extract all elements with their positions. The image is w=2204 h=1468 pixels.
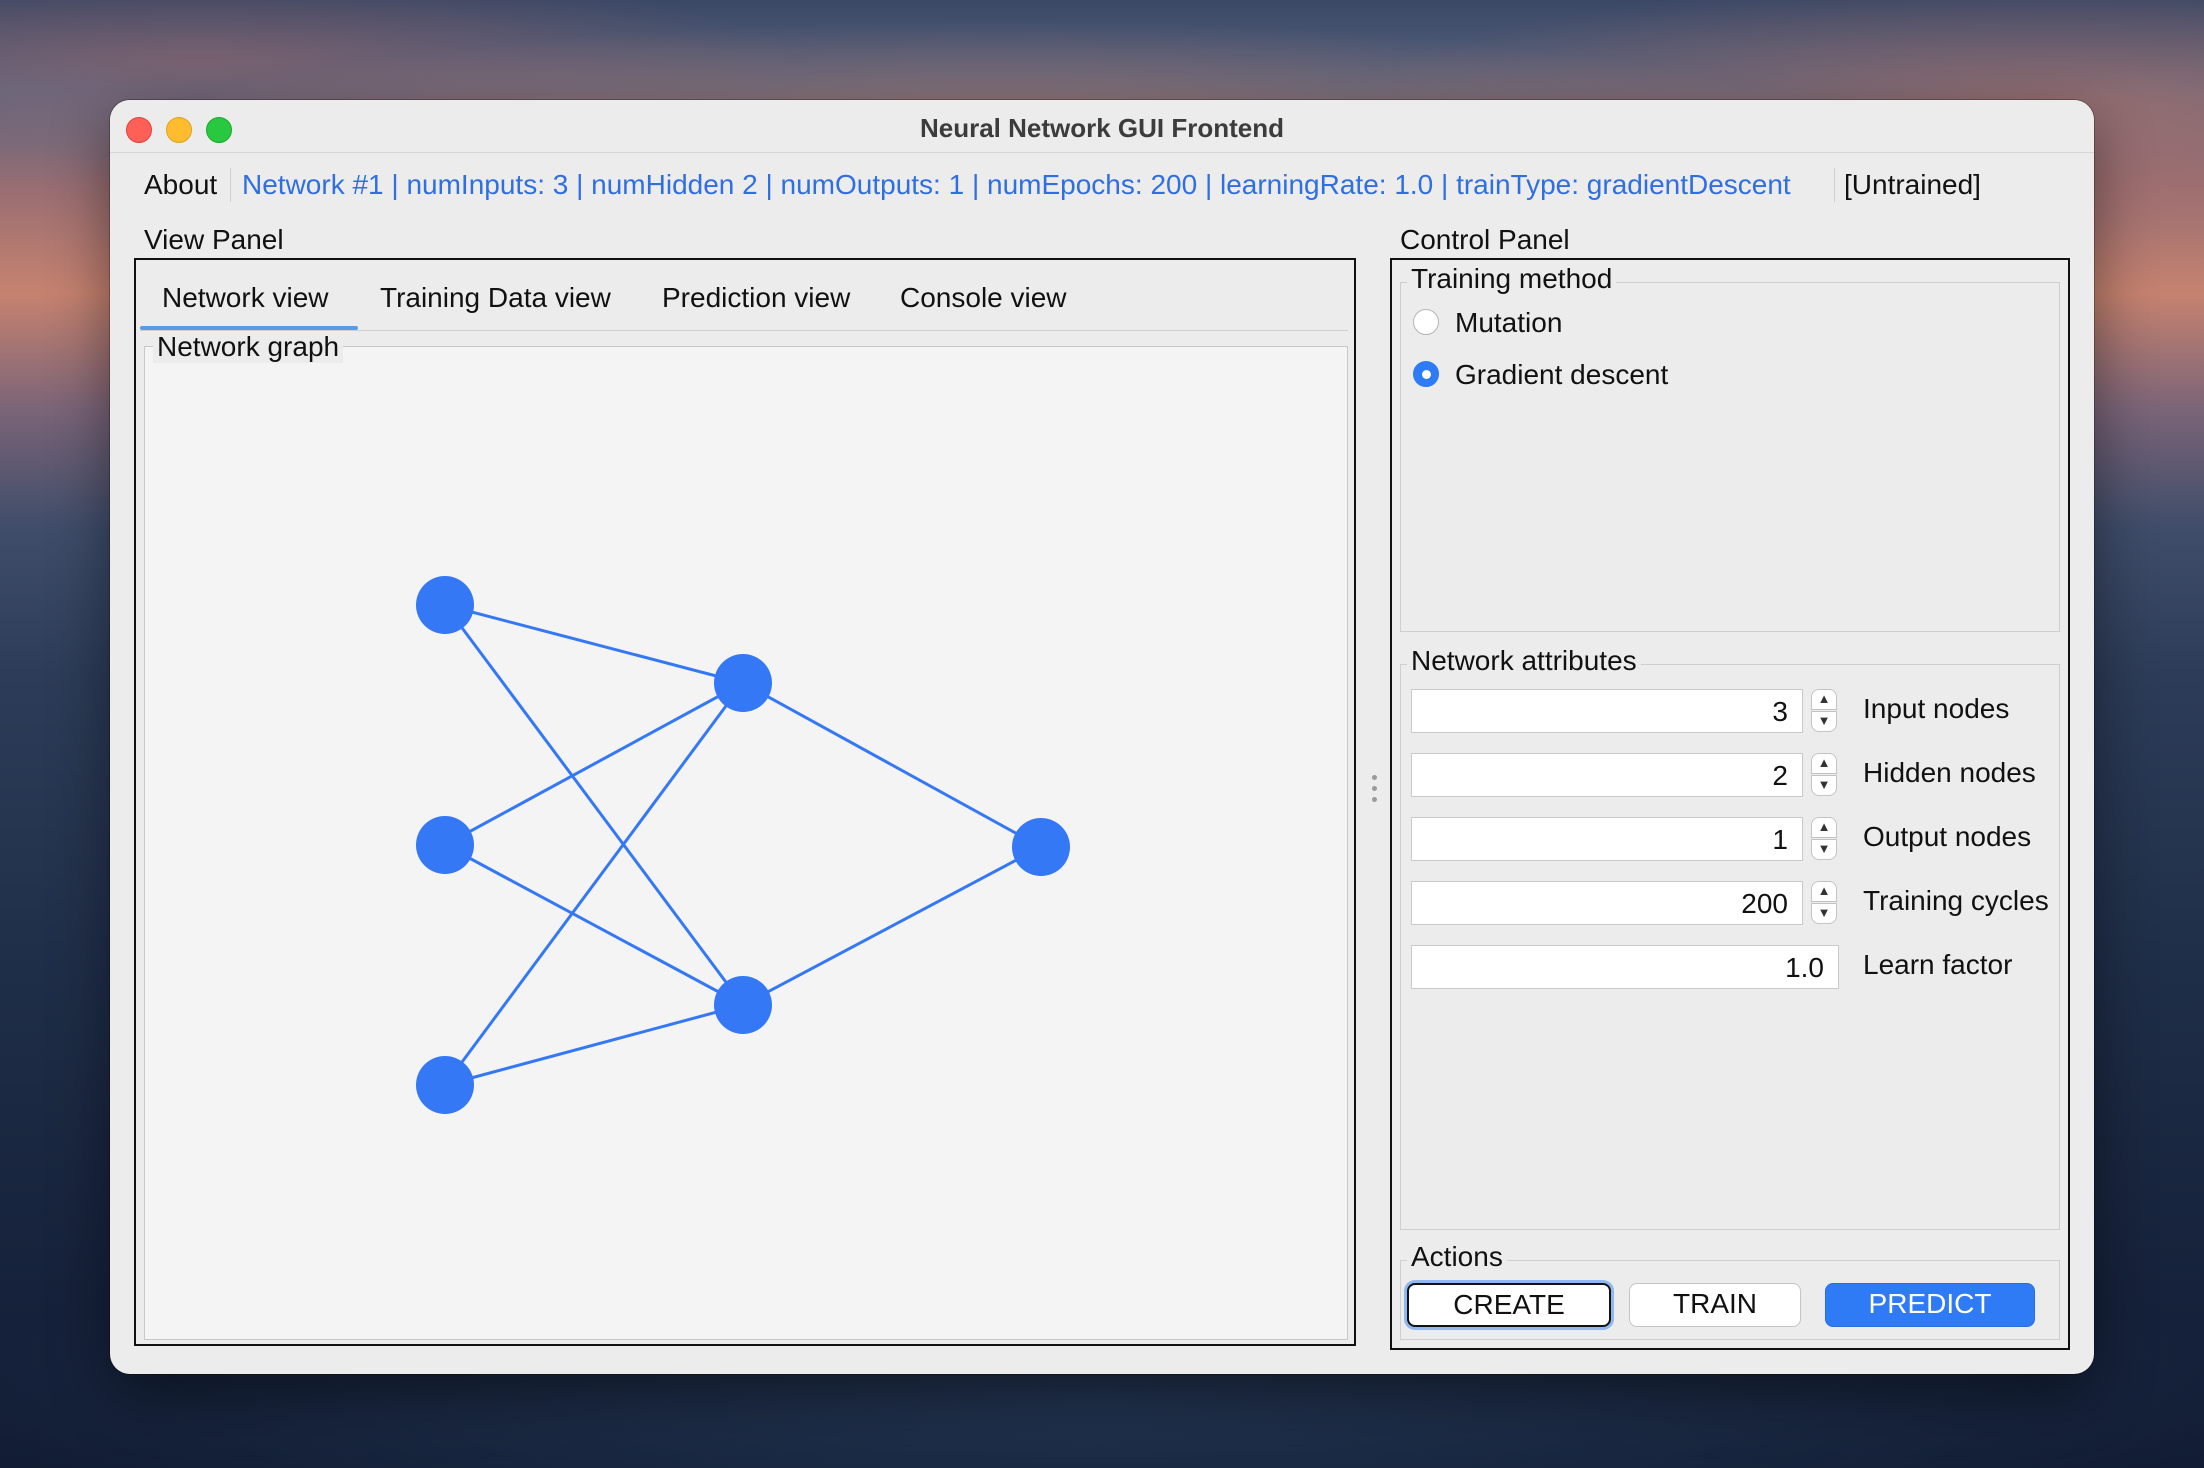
input-nodes-label: Input nodes	[1863, 693, 2010, 724]
spinner-up-icon[interactable]: ▲	[1811, 753, 1837, 774]
network-graph-panel: Network graph	[144, 331, 1348, 1340]
input-node	[416, 1056, 474, 1114]
spinner-up-icon[interactable]: ▲	[1811, 881, 1837, 902]
training-cycles-field[interactable]: 200	[1411, 881, 1803, 925]
hidden-node	[714, 654, 772, 712]
input-node	[416, 816, 474, 874]
create-button[interactable]: CREATE	[1407, 1283, 1611, 1327]
network-graph-canvas	[416, 576, 1070, 1114]
network-attributes-title: Network attributes	[1407, 645, 1641, 677]
control-panel-title: Control Panel	[1400, 224, 1570, 255]
training-status: [Untrained]	[1844, 169, 1981, 200]
tab-network-view[interactable]: Network view	[162, 282, 328, 314]
view-tabs: Network view Training Data view Predicti…	[136, 260, 1354, 331]
predict-button[interactable]: PREDICT	[1825, 1283, 2035, 1327]
input-node	[416, 576, 474, 634]
window-title: Neural Network GUI Frontend	[919, 113, 1285, 143]
network-attributes-group: Network attributes 3 ▲ ▼ Input nodes 2 ▲…	[1400, 645, 2060, 1230]
radio-button[interactable]	[1413, 309, 1439, 335]
network-edge	[443, 682, 745, 1086]
hidden-nodes-field[interactable]: 2	[1411, 753, 1803, 797]
output-nodes-label: Output nodes	[1863, 821, 2032, 852]
output-nodes-spinner[interactable]: ▲ ▼	[1811, 817, 1837, 861]
spinner-up-icon[interactable]: ▲	[1811, 689, 1837, 710]
radio-label: Gradient descent	[1455, 359, 1669, 390]
input-nodes-spinner[interactable]: ▲ ▼	[1811, 689, 1837, 733]
control-panel: Training method Mutation Gradient descen…	[1390, 258, 2070, 1350]
hidden-nodes-spinner[interactable]: ▲ ▼	[1811, 753, 1837, 797]
actions-group: Actions CREATE TRAIN PREDICT	[1400, 1241, 2060, 1340]
spinner-down-icon[interactable]: ▼	[1811, 711, 1837, 732]
menu-separator	[230, 168, 231, 202]
output-nodes-field[interactable]: 1	[1411, 817, 1803, 861]
network-edge	[444, 843, 744, 1007]
menu-separator	[1834, 168, 1835, 202]
network-edge	[742, 845, 1042, 1007]
network-edge	[443, 604, 745, 1006]
actions-title: Actions	[1407, 1241, 1507, 1273]
train-button[interactable]: TRAIN	[1629, 1283, 1801, 1327]
training-cycles-label: Training cycles	[1863, 885, 2049, 916]
hidden-nodes-label: Hidden nodes	[1863, 757, 2036, 788]
training-method-title: Training method	[1407, 263, 1617, 295]
view-panel: Network view Training Data view Predicti…	[134, 258, 1356, 1346]
app-window: Neural Network GUI Frontend About Networ…	[110, 100, 2094, 1374]
input-nodes-field[interactable]: 3	[1411, 689, 1803, 733]
network-info-link[interactable]: Network #1 | numInputs: 3 | numHidden 2 …	[242, 169, 1791, 201]
network-edge	[742, 681, 1042, 849]
radio-button-selected[interactable]	[1413, 361, 1439, 387]
network-edge	[444, 681, 744, 847]
radio-label: Mutation	[1455, 307, 1563, 338]
split-pane-divider[interactable]	[1372, 775, 1378, 805]
training-method-group: Training method Mutation Gradient descen…	[1400, 263, 2060, 632]
spinner-down-icon[interactable]: ▼	[1811, 903, 1837, 924]
tab-console-view[interactable]: Console view	[900, 282, 1067, 314]
output-node	[1012, 818, 1070, 876]
network-edge	[444, 603, 744, 685]
tab-training-data-view[interactable]: Training Data view	[380, 282, 611, 314]
menu-bar: About Network #1 | numInputs: 3 | numHid…	[110, 152, 2094, 216]
training-cycles-spinner[interactable]: ▲ ▼	[1811, 881, 1837, 925]
network-edge	[444, 1003, 744, 1087]
learn-factor-label: Learn factor	[1863, 949, 2013, 980]
title-bar[interactable]: Neural Network GUI Frontend	[110, 100, 2094, 153]
hidden-node	[714, 976, 772, 1034]
learn-factor-field[interactable]: 1.0	[1411, 945, 1839, 989]
spinner-up-icon[interactable]: ▲	[1811, 817, 1837, 838]
spinner-down-icon[interactable]: ▼	[1811, 775, 1837, 796]
tab-prediction-view[interactable]: Prediction view	[662, 282, 850, 314]
spinner-down-icon[interactable]: ▼	[1811, 839, 1837, 860]
view-panel-title: View Panel	[144, 224, 284, 255]
menu-about[interactable]: About	[144, 169, 217, 201]
